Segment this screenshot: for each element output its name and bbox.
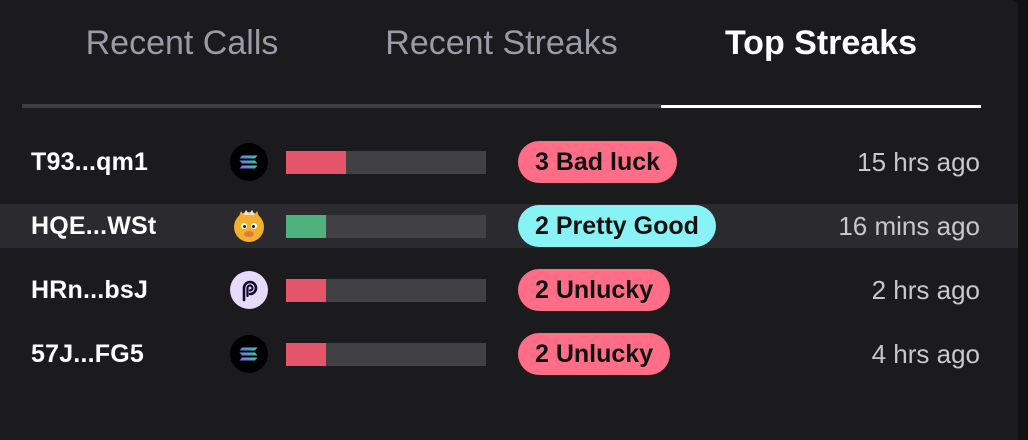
streak-bar-fill bbox=[286, 279, 326, 302]
tab-label: Recent Streaks bbox=[385, 23, 618, 62]
streak-bar bbox=[286, 279, 486, 302]
streak-badge: 2 Pretty Good bbox=[518, 205, 716, 247]
tab-top-streaks[interactable]: Top Streaks bbox=[661, 0, 981, 108]
tab-label: Top Streaks bbox=[724, 24, 918, 62]
streak-bar-fill bbox=[286, 343, 326, 366]
tab-bar: Recent Calls Recent Streaks Top Streaks bbox=[22, 0, 981, 108]
table-row[interactable]: HQE...WSt 2 Pretty Good 16 mins ago bbox=[0, 204, 1018, 248]
tab-recent-streaks[interactable]: Recent Streaks bbox=[342, 0, 661, 108]
solana-icon bbox=[230, 335, 268, 373]
wallet-address[interactable]: 57J...FG5 bbox=[31, 332, 144, 376]
solana-icon bbox=[230, 143, 268, 181]
streak-bar-fill bbox=[286, 151, 346, 174]
wallet-address[interactable]: HRn...bsJ bbox=[31, 268, 148, 312]
streaks-panel: Recent Calls Recent Streaks Top Streaks … bbox=[0, 0, 1018, 440]
table-row[interactable]: HRn...bsJ 2 Unlucky 2 hrs ago bbox=[0, 268, 1018, 312]
cat-meme-icon bbox=[230, 207, 268, 245]
wallet-address[interactable]: T93...qm1 bbox=[31, 140, 148, 184]
streak-badge: 3 Bad luck bbox=[518, 141, 678, 183]
tab-label: Recent Calls bbox=[85, 23, 279, 62]
timestamp: 15 hrs ago bbox=[857, 147, 980, 177]
pyth-icon bbox=[230, 271, 268, 309]
tab-recent-calls[interactable]: Recent Calls bbox=[22, 0, 342, 108]
timestamp: 2 hrs ago bbox=[871, 275, 980, 305]
table-row[interactable]: 57J...FG5 2 Unlucky 4 hrs ago bbox=[0, 332, 1018, 376]
table-row[interactable]: T93...qm1 3 Bad luck 15 hrs ago bbox=[0, 140, 1018, 184]
timestamp: 16 mins ago bbox=[838, 211, 980, 241]
streak-bar-fill bbox=[286, 215, 326, 238]
timestamp: 4 hrs ago bbox=[871, 339, 980, 369]
streak-badge: 2 Unlucky bbox=[518, 333, 671, 375]
streak-bar bbox=[286, 215, 486, 238]
wallet-address[interactable]: HQE...WSt bbox=[31, 204, 156, 248]
streak-bar bbox=[286, 151, 486, 174]
streak-badge: 2 Unlucky bbox=[518, 269, 671, 311]
streak-bar bbox=[286, 343, 486, 366]
